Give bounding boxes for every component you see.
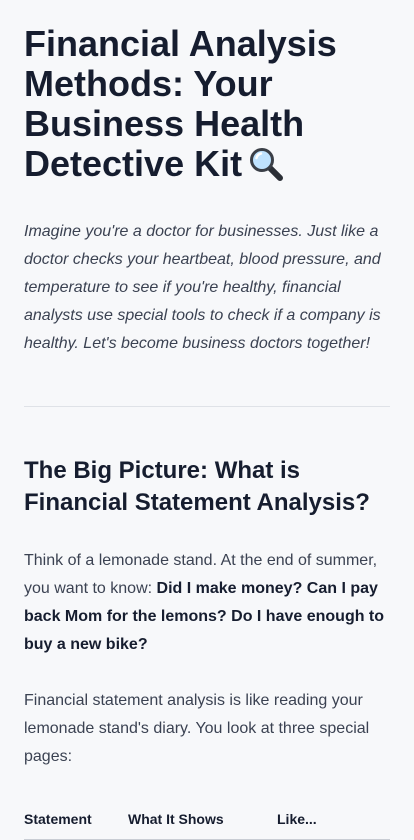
section-divider	[24, 406, 390, 407]
intro-paragraph: Imagine you're a doctor for businesses. …	[24, 223, 381, 352]
article: Financial Analysis Methods: Your Busines…	[0, 0, 414, 840]
lemonade-paragraph: Think of a lemonade stand. At the end of…	[24, 547, 390, 659]
column-header-what-it-shows: What It Shows	[128, 811, 277, 840]
diary-paragraph: Financial statement analysis is like rea…	[24, 692, 370, 765]
column-header-like: Like...	[277, 811, 390, 840]
statements-table: Statement What It Shows Like...	[24, 811, 390, 840]
column-header-statement: Statement	[24, 811, 128, 840]
section-heading: The Big Picture: What is Financial State…	[24, 457, 370, 516]
page-title-text: Financial Analysis Methods: Your Busines…	[24, 23, 337, 184]
page-title: Financial Analysis Methods: Your Busines…	[24, 0, 390, 184]
magnifying-glass-icon	[250, 148, 284, 181]
table-header-row: Statement What It Shows Like...	[24, 811, 390, 840]
